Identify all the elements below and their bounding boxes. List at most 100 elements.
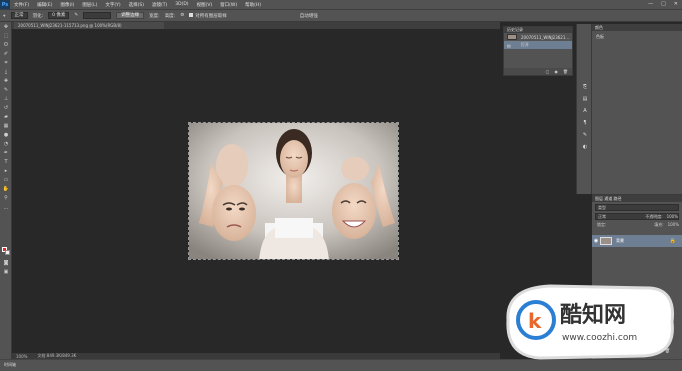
background-color-swatch[interactable] bbox=[5, 250, 10, 255]
screen-mode-icon[interactable]: ▣ bbox=[3, 269, 9, 275]
color-panel: 颜色 色板 bbox=[592, 24, 682, 194]
eyedropper-tool-icon[interactable]: ⤓ bbox=[3, 69, 9, 75]
zoom-tool-icon[interactable]: ⚲ bbox=[3, 195, 9, 201]
options-bar: ⌖ 正常 羽化: 0 像素 ✎ 调整边缘 宽度: 高度: ⚙ 对所有图层取样 自… bbox=[0, 9, 682, 22]
history-state-open[interactable]: ▤ 打开 bbox=[504, 41, 572, 49]
delete-state-icon[interactable]: 🗑 bbox=[563, 68, 568, 75]
minimize-button[interactable]: — bbox=[648, 1, 653, 7]
portrait-photo bbox=[189, 123, 398, 259]
size-field[interactable] bbox=[83, 12, 112, 19]
swatches-tab[interactable]: 色板 bbox=[592, 31, 682, 43]
menu-edit[interactable]: 编辑(E) bbox=[37, 2, 52, 8]
blend-mode-select[interactable]: 正常 bbox=[598, 214, 606, 219]
menu-select[interactable]: 选择(S) bbox=[129, 2, 144, 8]
history-snapshot[interactable]: 20070511_WINJ23621... bbox=[504, 33, 572, 41]
history-footer: ▢ ◉ 🗑 bbox=[504, 68, 572, 75]
watermark-url: www.coozhi.com bbox=[562, 333, 637, 343]
history-panel-icon[interactable]: ⎘ bbox=[582, 84, 588, 90]
mode-select[interactable]: 正常 bbox=[10, 12, 28, 19]
shape-tool-icon[interactable]: ▭ bbox=[3, 177, 9, 183]
document-image[interactable] bbox=[188, 122, 399, 260]
menu-window[interactable]: 窗口(W) bbox=[220, 2, 237, 8]
brush-presets-icon[interactable]: ✎ bbox=[582, 132, 588, 138]
lock-row: 锁定: 填充: 100% bbox=[595, 222, 679, 229]
type-tool-icon[interactable]: T bbox=[3, 159, 9, 165]
coozhi-watermark: k 酷知网 www.coozhi.com bbox=[500, 280, 678, 362]
layer-row-background[interactable]: ◉ 背景 🔒 bbox=[592, 235, 682, 247]
checkbox-icon bbox=[189, 13, 194, 17]
brush-tool-icon[interactable]: ✎ bbox=[3, 87, 9, 93]
lock-label: 锁定: bbox=[597, 222, 607, 227]
feather-label: 羽化: bbox=[32, 13, 44, 19]
document-tab[interactable]: 20070511_WINJ23621-115713.png @ 100%(RGB… bbox=[14, 22, 164, 29]
fill-input[interactable]: 100% bbox=[668, 222, 679, 229]
healing-tool-icon[interactable]: ✚ bbox=[3, 78, 9, 84]
tools-panel: ✥ ⬚ ʘ ✐ ⌗ ⤓ ✚ ✎ ⊥ ↺ ▰ ▦ ● ◔ ✒ T ▸ ▭ ✋ ⚲ … bbox=[0, 22, 12, 362]
opacity-input[interactable]: 100% bbox=[667, 214, 678, 219]
watermark-brand: 酷知网 bbox=[560, 302, 626, 328]
path-select-tool-icon[interactable]: ▸ bbox=[3, 168, 9, 174]
fill-label: 填充: bbox=[654, 222, 664, 227]
properties-panel-icon[interactable]: ▤ bbox=[582, 96, 588, 102]
snapshot-thumbnail bbox=[507, 34, 517, 40]
menu-filter[interactable]: 滤镜(T) bbox=[152, 2, 167, 8]
menu-image[interactable]: 图像(I) bbox=[60, 2, 74, 8]
window-controls: — □ ✕ bbox=[648, 1, 678, 7]
menu-type[interactable]: 文字(Y) bbox=[105, 2, 120, 8]
crop-tool-icon[interactable]: ⌗ bbox=[3, 60, 9, 66]
move-tool-icon[interactable]: ✥ bbox=[3, 24, 9, 30]
more-tools-icon[interactable]: ⋯ bbox=[3, 206, 9, 212]
menu-file[interactable]: 文件(F) bbox=[14, 2, 29, 8]
svg-text:k: k bbox=[528, 309, 542, 333]
blend-mode-row: 正常 不透明度: 100% bbox=[595, 213, 679, 220]
brush-icon[interactable]: ✎ bbox=[74, 13, 78, 18]
new-doc-from-state-icon[interactable]: ▢ bbox=[546, 68, 550, 75]
history-panel: 历史记录 20070511_WINJ23621... ▤ 打开 ▢ ◉ 🗑 bbox=[503, 26, 573, 76]
blur-tool-icon[interactable]: ● bbox=[3, 132, 9, 138]
menu-3d[interactable]: 3D(D) bbox=[175, 2, 188, 8]
menu-view[interactable]: 视图(V) bbox=[197, 2, 213, 8]
pen-tool-icon[interactable]: ✒ bbox=[3, 150, 9, 156]
opacity-label: 不透明度: bbox=[645, 214, 663, 219]
feather-input[interactable]: 0 像素 bbox=[48, 12, 70, 19]
lasso-tool-icon[interactable]: ʘ bbox=[3, 42, 9, 48]
width-label: 宽度: bbox=[149, 13, 160, 19]
new-snapshot-icon[interactable]: ◉ bbox=[554, 68, 558, 75]
zoom-level[interactable]: 100% bbox=[16, 354, 27, 359]
visibility-eye-icon[interactable]: ◉ bbox=[592, 238, 600, 244]
refine-edge-button[interactable]: 调整边缘 bbox=[116, 12, 145, 19]
hand-tool-icon[interactable]: ✋ bbox=[3, 186, 9, 192]
menu-help[interactable]: 帮助(H) bbox=[245, 2, 261, 8]
lock-icon: 🔒 bbox=[669, 238, 676, 244]
paragraph-panel-icon[interactable]: ¶ bbox=[582, 120, 588, 126]
panel-dock: ⎘ ▤ A ¶ ✎ ◐ bbox=[576, 24, 592, 194]
quick-select-tool-icon[interactable]: ✐ bbox=[3, 51, 9, 57]
settings-icon[interactable]: ⚙ bbox=[180, 13, 184, 18]
main-menu: 文件(F) 编辑(E) 图像(I) 图层(L) 文字(Y) 选择(S) 滤镜(T… bbox=[14, 2, 269, 8]
dodge-tool-icon[interactable]: ◔ bbox=[3, 141, 9, 147]
menu-bar: Ps 文件(F) 编辑(E) 图像(I) 图层(L) 文字(Y) 选择(S) 滤… bbox=[0, 0, 682, 9]
close-button[interactable]: ✕ bbox=[674, 1, 678, 7]
auto-enhance-label[interactable]: 自动增强 bbox=[300, 13, 318, 19]
menu-layer[interactable]: 图层(L) bbox=[82, 2, 97, 8]
quick-mask-icon[interactable]: ◙ bbox=[3, 260, 9, 266]
history-state-icon: ▤ bbox=[507, 42, 511, 48]
layer-thumbnail bbox=[600, 237, 612, 245]
history-brush-tool-icon[interactable]: ↺ bbox=[3, 105, 9, 111]
adjustments-panel-icon[interactable]: ◐ bbox=[582, 144, 588, 150]
eraser-tool-icon[interactable]: ▰ bbox=[3, 114, 9, 120]
color-tab[interactable]: 颜色 bbox=[592, 24, 682, 31]
tool-preset-icon[interactable]: ⌖ bbox=[3, 13, 6, 19]
layer-kind-filter[interactable]: 类型 bbox=[595, 204, 679, 211]
sample-all-checkbox[interactable]: 对所有图层取样 bbox=[189, 13, 227, 19]
marquee-tool-icon[interactable]: ⬚ bbox=[3, 33, 9, 39]
document-tab-bar: 20070511_WINJ23621-115713.png @ 100%(RGB… bbox=[12, 22, 500, 29]
layers-tabs[interactable]: 图层 通道 路径 bbox=[592, 195, 682, 202]
gradient-tool-icon[interactable]: ▦ bbox=[3, 123, 9, 129]
watermark-badge: k 酷知网 www.coozhi.com bbox=[506, 284, 675, 360]
character-panel-icon[interactable]: A bbox=[582, 108, 588, 114]
height-label: 高度: bbox=[164, 13, 176, 19]
maximize-button[interactable]: □ bbox=[661, 1, 666, 7]
stamp-tool-icon[interactable]: ⊥ bbox=[3, 96, 9, 102]
app-logo: Ps bbox=[0, 0, 10, 9]
